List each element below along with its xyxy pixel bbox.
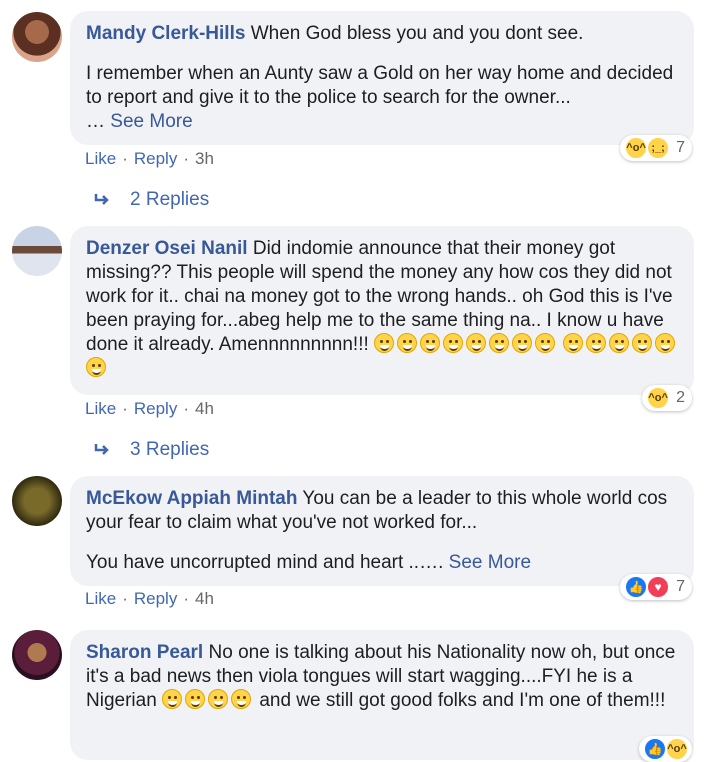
sweat-smile-emoji-icon [231,689,252,709]
reaction-count: 7 [676,578,685,595]
comment-author[interactable]: Sharon Pearl [86,642,203,663]
avatar[interactable] [12,630,62,680]
grin-emoji-icon [208,689,229,709]
comment-actions: Like · Reply · 4h [85,399,214,418]
comment-paragraph: You have uncorrupted mind and heart ..….… [86,551,680,575]
comment-bubble: McEkow Appiah Mintah You can be a leader… [70,476,694,586]
comment-text-continued: I remember when an Aunty saw a Gold on h… [86,63,674,108]
reaction-count: 2 [676,389,685,406]
grin-emoji-icon [162,689,183,709]
reply-arrow-icon [94,444,109,455]
like-button[interactable]: Like [85,399,116,418]
reaction-summary[interactable]: 👍 ♥ 7 [620,574,692,600]
grimace-emoji-icon [443,333,464,353]
like-button[interactable]: Like [85,589,116,608]
smile-emoji-icon [632,333,653,353]
view-replies-link[interactable]: 2 Replies [94,189,209,211]
reply-arrow-icon [94,194,109,205]
comment-author[interactable]: Denzer Osei Nanil [86,238,248,259]
grimace-emoji-icon [420,333,441,353]
blush-emoji-icon [86,357,106,377]
like-reaction-icon: 👍 [624,575,649,599]
avatar[interactable] [12,226,62,276]
reply-button[interactable]: Reply [134,149,177,168]
reaction-count: 7 [676,139,685,156]
comment-text-continued: You have uncorrupted mind and heart ..…. [86,552,444,573]
see-more-link[interactable]: See More [110,111,192,132]
grimace-emoji-icon [655,333,676,353]
sad-reaction-icon: ;_; [646,136,671,160]
haha-reaction-icon: ^o^ [624,136,649,160]
relieved-emoji-icon [374,333,395,353]
grin-emoji-icon [397,333,418,353]
grin-emoji-icon [185,689,206,709]
like-reaction-icon: 👍 [643,737,667,761]
reaction-summary[interactable]: 👍 ^o^ [639,736,692,762]
haha-reaction-icon: ^o^ [646,386,671,410]
comment-actions: Like · Reply · 4h [85,589,214,608]
haha-reaction-icon: ^o^ [665,737,689,761]
comment-time[interactable]: 3h [195,149,214,168]
reaction-summary[interactable]: ^o^ 2 [642,385,692,411]
avatar[interactable] [12,12,62,62]
comment-author[interactable]: Mandy Clerk-Hills [86,23,245,44]
comment-bubble: Sharon Pearl No one is talking about his… [70,630,694,760]
love-reaction-icon: ♥ [646,575,671,599]
comment-actions: Like · Reply · 3h [85,149,214,168]
relieved-emoji-icon [563,333,584,353]
joy-emoji-icon [535,333,556,353]
reply-button[interactable]: Reply [134,399,177,418]
emoji-group [162,689,259,711]
see-more-link[interactable]: See More [449,552,531,573]
joy-emoji-icon [512,333,533,353]
view-replies-link[interactable]: 3 Replies [94,439,209,461]
reaction-summary[interactable]: ^o^ ;_; 7 [620,135,692,161]
joy-emoji-icon [489,333,510,353]
replies-count[interactable]: 3 Replies [130,439,209,461]
comment-bubble: Denzer Osei Nanil Did indomie announce t… [70,226,694,395]
comment-time[interactable]: 4h [195,399,214,418]
relieved-emoji-icon [609,333,630,353]
replies-count[interactable]: 2 Replies [130,189,209,211]
reply-button[interactable]: Reply [134,589,177,608]
comment-author[interactable]: McEkow Appiah Mintah [86,488,297,509]
comment-text-continued: and we still got good folks and I'm one … [259,690,666,711]
comment-text: When God bless you and you dont see. [250,23,584,44]
comment-time[interactable]: 4h [195,589,214,608]
like-button[interactable]: Like [85,149,116,168]
joy-emoji-icon [466,333,487,353]
comment-paragraph: I remember when an Aunty saw a Gold on h… [86,62,680,134]
avatar[interactable] [12,476,62,526]
smile-emoji-icon [586,333,607,353]
ellipsis: … [86,111,111,132]
comment-bubble: Mandy Clerk-Hills When God bless you and… [70,11,694,145]
